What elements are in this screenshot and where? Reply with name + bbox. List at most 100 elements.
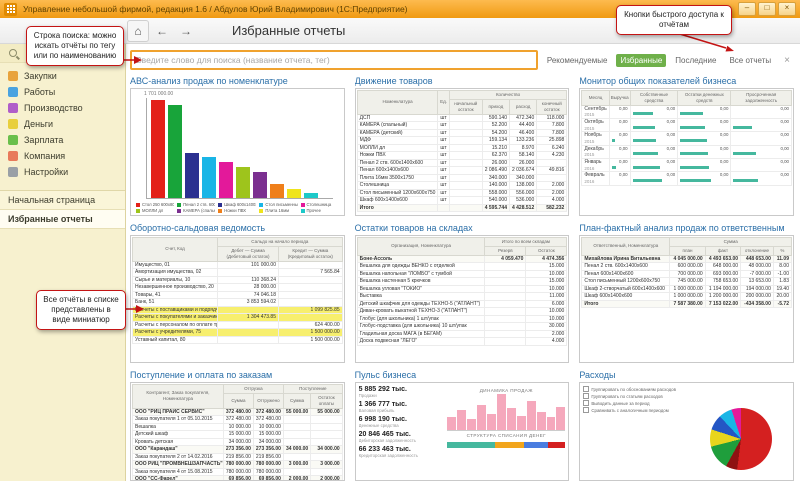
report-thumbnail[interactable]: НоменклатураЕд.Количествоначальный остат… [355, 88, 570, 216]
table-cell: ООО РИЦ "ПРОМВНЕШЗАПЧАСТЬ" [133, 461, 224, 469]
sidebar-item-zakupki[interactable]: Закупки [0, 68, 125, 84]
table-row: Гладильная доска МАГА (в БЕГАМ)2.000 [357, 330, 567, 338]
cell-value: 0,00 [612, 159, 628, 165]
maximize-button[interactable]: □ [758, 2, 776, 16]
table-cell [485, 330, 526, 338]
sidebar-tab-favorite-reports[interactable]: Избранные отчеты [0, 210, 125, 229]
app-menu-icon[interactable] [4, 3, 17, 16]
table-cell: 69 856.00 [253, 476, 283, 481]
legend-swatch [301, 209, 305, 213]
report-title-link[interactable]: Пульс бизнеса [355, 370, 570, 380]
table-row: Ножки ПВХшт62.37058.1404.230 [357, 152, 567, 160]
table-row: Шкаф 600х1400х600шт540.000536.0004.000 [357, 197, 567, 205]
report-options: Группировать по обоснованиям расходовГру… [583, 386, 697, 413]
table-cell: Плита 16мм 3500х1750 [357, 174, 438, 182]
table-cell [283, 423, 310, 431]
chart-bar [202, 157, 216, 198]
table-cell: Заказ покупателя 1 от 05.10.2015 [133, 416, 224, 424]
table-cell: 540.000 [482, 197, 509, 205]
report-thumbnail[interactable]: Ответственный, НоменклатураСуммапланфакт… [579, 235, 794, 363]
report-thumbnail[interactable]: МесяцВыручкаСобственные средстваОстатки … [579, 88, 794, 216]
indicator-bar [733, 152, 755, 155]
filter-recommended-button[interactable]: Рекомендуемые [543, 54, 612, 67]
forward-button[interactable]: → [175, 20, 197, 42]
table-cell: Шкаф 2-створчатый 600х1400х600 [582, 285, 670, 293]
abc-chart: 1 701 000.00Стол 250 600х800х450Пенал 2 … [132, 90, 343, 214]
table-row: Имущество, 01101 000.00 [133, 261, 343, 269]
column-header: расход [509, 99, 536, 114]
sidebar-item-dengi[interactable]: Деньги [0, 116, 125, 132]
callout-search-hint: Строка поиска: можно искать отчёты по те… [26, 26, 124, 66]
table-cell: 273 356.00 [253, 446, 283, 454]
report-title-link[interactable]: Оборотно-сальдовая ведомость [130, 223, 345, 233]
report-thumbnail[interactable]: Группировать по обоснованиям расходовГру… [579, 382, 794, 481]
month-cell: Февраль2016 [582, 172, 609, 185]
table-cell: Гладильная доска МАГА (в БЕГАМ) [357, 330, 485, 338]
header-row: Контрагент, Заказ покупателя, Номенклату… [133, 385, 343, 394]
report-title-link[interactable]: Монитор общих показателей бизнеса [579, 76, 794, 86]
report-title-link[interactable]: АВС-анализ продаж по номенклатуре [130, 76, 345, 86]
report-title-link[interactable]: План-фактный анализ продаж по ответствен… [579, 223, 794, 233]
year-label: 2016 [584, 179, 606, 185]
sidebar-tab-home[interactable]: Начальная страница [0, 191, 125, 210]
table-cell: 0,00 [731, 145, 792, 158]
table-cell: 0,00 [678, 145, 731, 158]
table-cell: Глобус-подставка (для школьника) 10 шт/у… [357, 323, 485, 331]
report-title-link[interactable]: Расходы [579, 370, 794, 380]
sidebar-sections: Закупки Работы Производство Деньги Зарпл… [0, 63, 125, 182]
table-cell: Итого [357, 204, 438, 212]
close-panel-button[interactable]: × [780, 55, 794, 66]
table-cell: Заказ покупателя 4 от 15.08.2015 [133, 468, 224, 476]
table-cell: Вешалка настенная 5 крючков [357, 278, 485, 286]
report-card: Пульс бизнеса 5 885 292 тыс.Продажи1 366 … [355, 370, 570, 481]
report-title-link[interactable]: Поступление и оплата по заказам [130, 370, 345, 380]
table-cell: 340.000 [482, 174, 509, 182]
table-cell: КАМЕРА (спальный) [357, 122, 438, 130]
table-cell: 472.340 [509, 114, 536, 122]
report-thumbnail[interactable]: Контрагент, Заказ покупателя, Номенклату… [130, 382, 345, 481]
table-cell: 780 000.00 [223, 468, 253, 476]
legend-item: КАМЕРА (спальный) [177, 208, 215, 213]
report-thumbnail[interactable]: 1 701 000.00Стол 250 600х800х450Пенал 2 … [130, 88, 345, 216]
chart-bar [527, 401, 536, 430]
table-cell [537, 174, 567, 182]
report-thumbnail[interactable]: 5 885 292 тыс.Продажи1 366 777 тыс.Валов… [355, 382, 570, 481]
table-cell: 55 000.00 [311, 408, 342, 416]
sidebar-item-kompaniya[interactable]: Компания [0, 148, 125, 164]
table-cell: 0,00 [609, 119, 630, 132]
table-cell: Детский шкафчик для одежды ТЕХНО-5 ("АТЛ… [357, 300, 485, 308]
chart-bar [467, 419, 476, 430]
mini-table: НоменклатураЕд.Количествоначальный остат… [357, 90, 568, 212]
table-row: Заказ покупателя 1 от 05.10.2015372 480.… [133, 416, 343, 424]
table-cell: 590.140 [482, 114, 509, 122]
report-title-link[interactable]: Остатки товаров на складах [355, 223, 570, 233]
table-cell: шт [438, 137, 449, 145]
sidebar-item-proizvodstvo[interactable]: Производство [0, 100, 125, 116]
report-title-link[interactable]: Движение товаров [355, 76, 570, 86]
table-cell: 10 000.00 [223, 423, 253, 431]
close-window-button[interactable]: × [778, 2, 796, 16]
search-input[interactable] [130, 50, 538, 70]
column-header: Сумма [223, 393, 253, 408]
back-button[interactable]: ← [151, 20, 173, 42]
table-row: Ноябрь20150,000,000,000,00 [582, 132, 792, 145]
month-cell: Декабрь2015 [582, 145, 609, 158]
sidebar-item-nastroyki[interactable]: Настройки [0, 164, 125, 180]
table-cell [485, 300, 526, 308]
report-thumbnail[interactable]: Организация, НоменклатураИтого по всем с… [355, 235, 570, 363]
table-cell: 219 856.00 [223, 453, 253, 461]
sidebar-item-raboty[interactable]: Работы [0, 84, 125, 100]
filter-favorites-button[interactable]: Избранные [616, 54, 666, 67]
table-cell: 558.000 [482, 189, 509, 197]
minimize-button[interactable]: – [738, 2, 756, 16]
home-button[interactable]: ⌂ [127, 20, 149, 42]
cell-value: 0,00 [733, 132, 789, 138]
table-row: Амортизация имущества, 027 565.84 [133, 269, 343, 277]
table-cell: 25.898 [537, 137, 567, 145]
search-icon[interactable] [9, 49, 17, 57]
column-header: Собственные средства [630, 91, 678, 106]
report-thumbnail[interactable]: Счет, КодСальдо на начало периодаДебет —… [130, 235, 345, 363]
sidebar-item-zarplata[interactable]: Зарплата [0, 132, 125, 148]
sidebar-item-label: Зарплата [24, 135, 63, 145]
table-row: ООО РИЦ "ПРОМВНЕШЗАПЧАСТЬ"780 000.00780 … [133, 461, 343, 469]
